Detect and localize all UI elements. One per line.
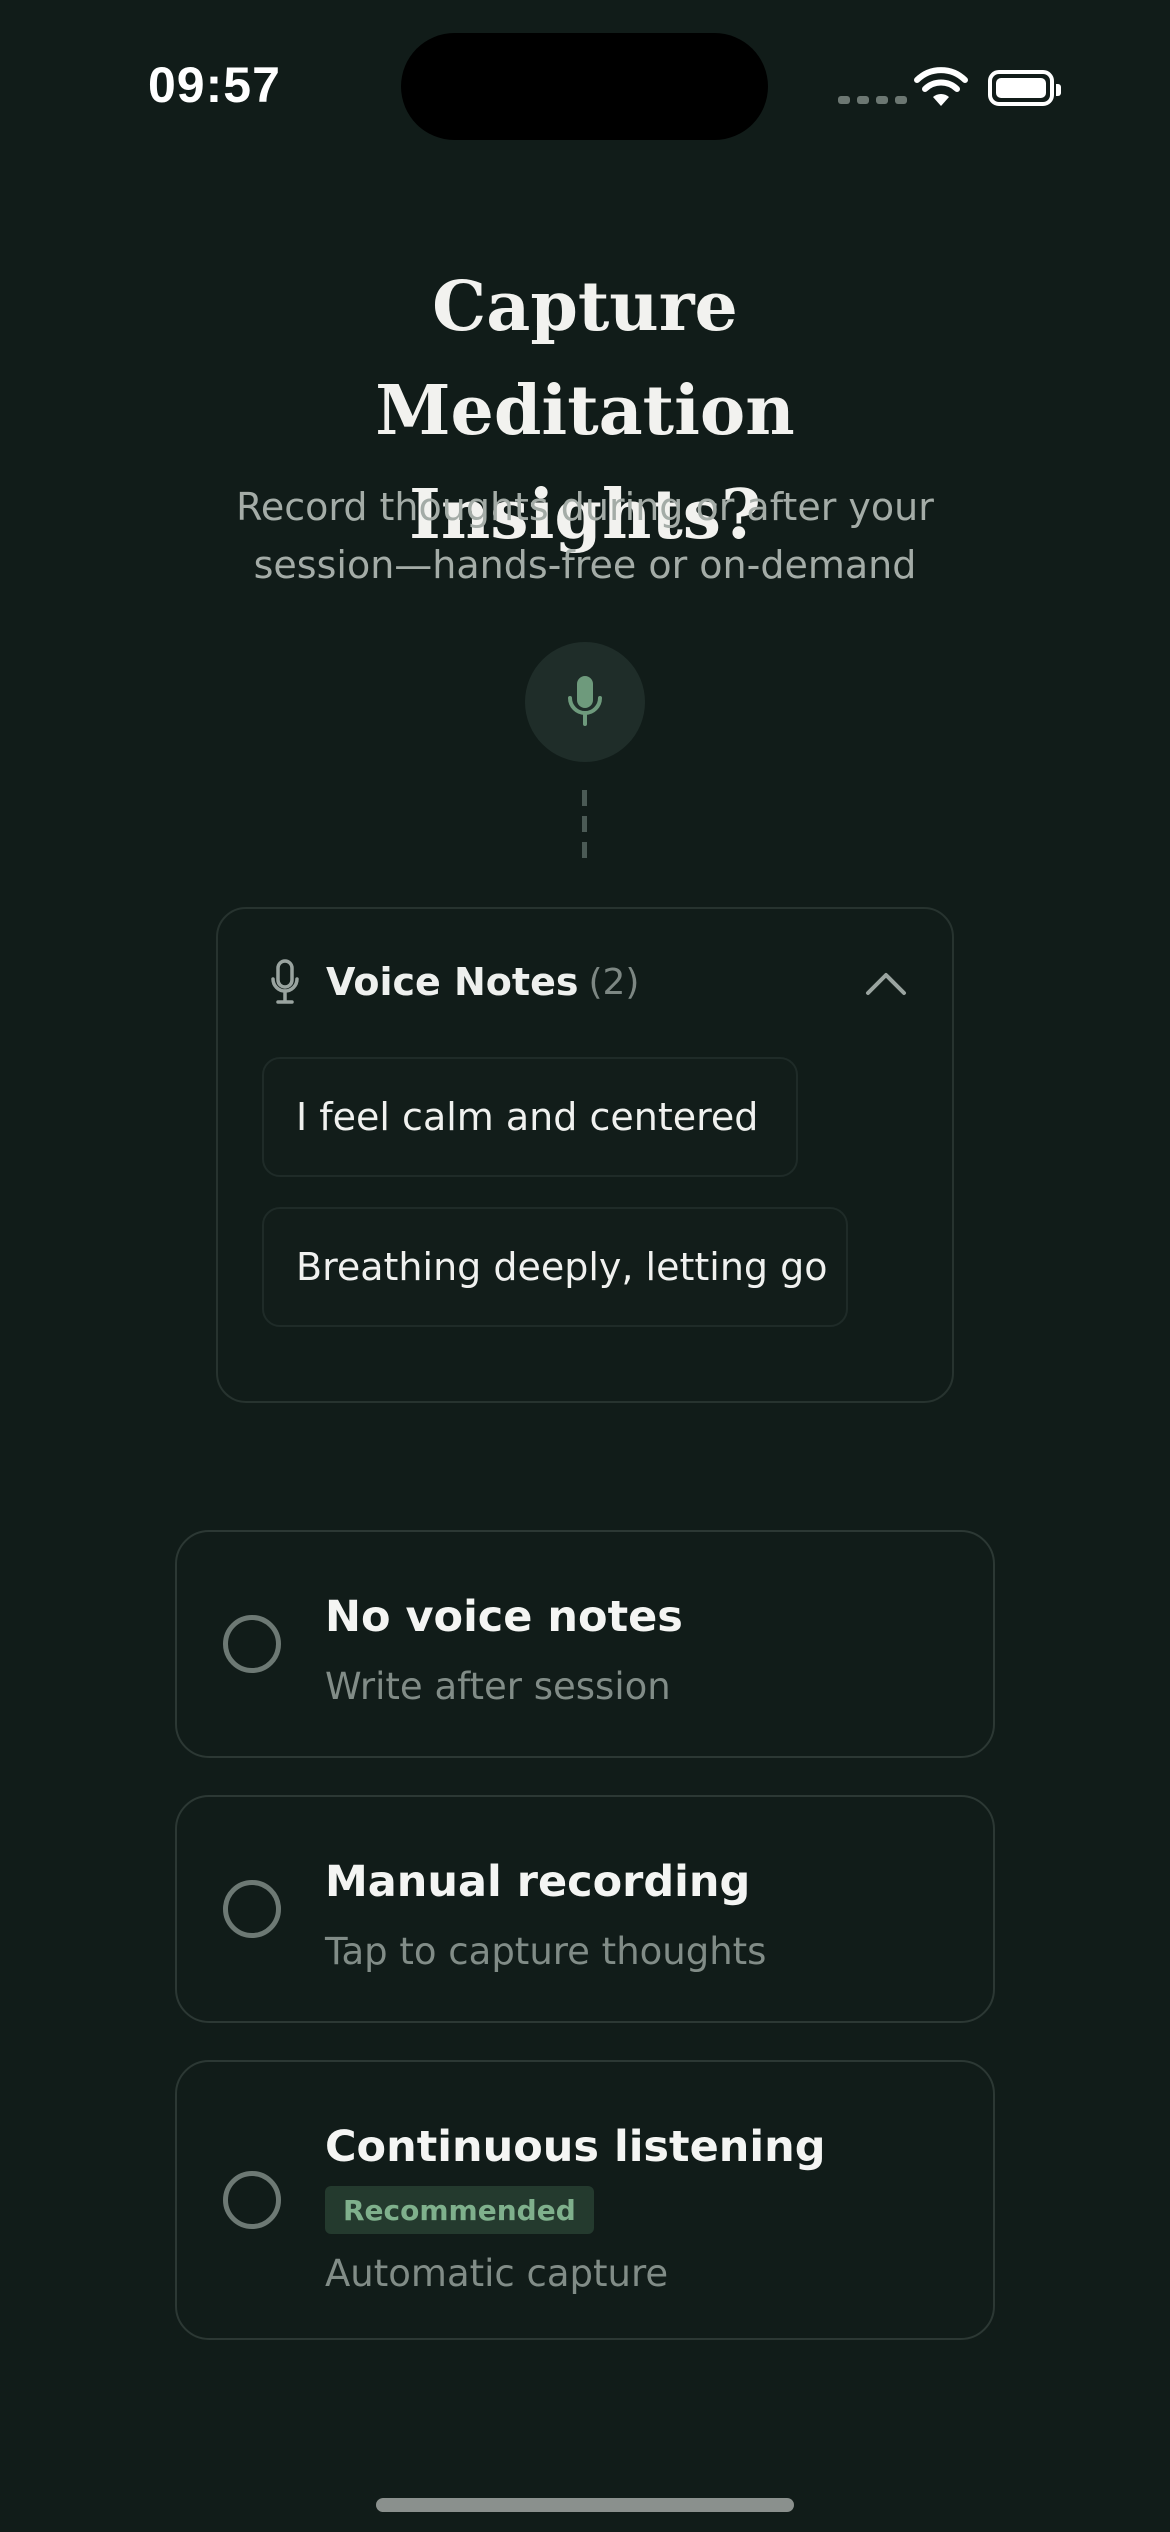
dynamic-island (401, 33, 768, 140)
option-subtitle: Tap to capture thoughts (325, 1930, 767, 1973)
battery-icon (988, 70, 1061, 106)
microphone-button[interactable] (525, 642, 645, 762)
home-indicator (376, 2498, 794, 2512)
connector-dashed-line (582, 790, 587, 865)
microphone-icon (271, 959, 299, 1004)
radio-button[interactable] (223, 1880, 281, 1938)
status-time: 09:57 (148, 57, 281, 113)
voice-note-item[interactable]: Breathing deeply, letting go (262, 1207, 848, 1327)
option-subtitle: Write after session (325, 1665, 671, 1708)
radio-button[interactable] (223, 1615, 281, 1673)
option-title: Continuous listening (325, 2122, 826, 2172)
microphone-icon (568, 676, 602, 726)
chevron-up-icon[interactable] (864, 967, 908, 997)
voice-notes-count: (2) (588, 961, 640, 1003)
screen: 09:57 Capture Meditation Insights? Recor… (0, 0, 1170, 2532)
option-manual-recording[interactable]: Manual recording Tap to capture thoughts (175, 1795, 995, 2023)
cellular-signal-icon (838, 96, 907, 104)
voice-notes-header[interactable]: Voice Notes (2) (270, 959, 639, 1005)
option-continuous-listening[interactable]: Continuous listening Recommended Automat… (175, 2060, 995, 2340)
voice-notes-card: Voice Notes (2) I feel calm and centered… (216, 907, 954, 1403)
option-title: Manual recording (325, 1857, 751, 1907)
option-subtitle: Automatic capture (325, 2252, 669, 2295)
recommended-badge: Recommended (325, 2186, 594, 2234)
radio-button[interactable] (223, 2171, 281, 2229)
voice-note-item[interactable]: I feel calm and centered (262, 1057, 798, 1177)
voice-notes-title: Voice Notes (326, 960, 579, 1004)
option-no-voice-notes[interactable]: No voice notes Write after session (175, 1530, 995, 1758)
wifi-icon (914, 67, 968, 106)
option-title: No voice notes (325, 1592, 683, 1642)
page-subtitle: Record thoughts during or after your ses… (236, 485, 934, 587)
